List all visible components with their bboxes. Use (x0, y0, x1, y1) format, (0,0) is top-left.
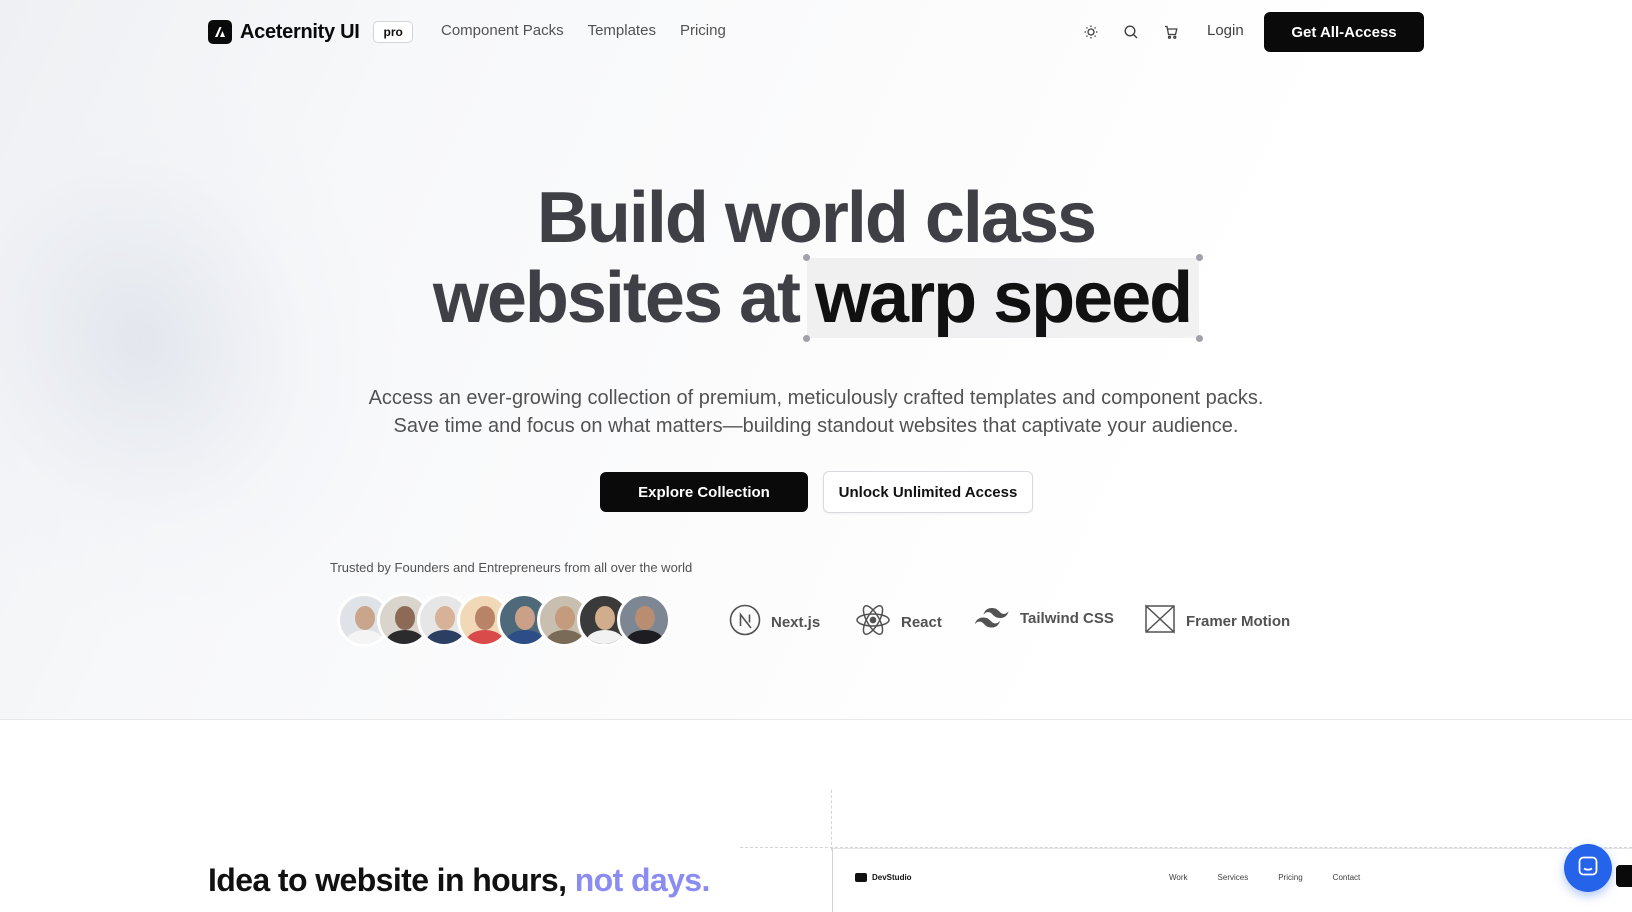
preview-link-services: Services (1217, 873, 1249, 882)
headline-line-2-prefix: websites at (432, 258, 801, 338)
preview-brand: DevStudio (855, 873, 912, 882)
avatar (617, 593, 671, 647)
tech-nextjs: Next.js (729, 604, 820, 640)
framer-motion-icon (1144, 604, 1176, 638)
subtitle-line-1: Access an ever-growing collection of pre… (368, 387, 1264, 409)
nav-link-templates[interactable]: Templates (588, 22, 656, 39)
get-all-access-button[interactable]: Get All-Access (1264, 12, 1424, 52)
preview-logo-icon (855, 873, 867, 882)
selection-handle (1196, 254, 1204, 261)
chat-icon (1576, 854, 1600, 883)
edge-widget[interactable] (1616, 865, 1632, 887)
tech-label-tailwind: Tailwind CSS (1020, 609, 1114, 627)
hero-headline: Build world class websites at warp speed (0, 178, 1632, 342)
login-link[interactable]: Login (1207, 22, 1244, 39)
cart-icon[interactable] (1161, 22, 1181, 42)
tech-react: React (855, 604, 942, 640)
preview-nav-links: Work Services Pricing Contact (1169, 873, 1360, 882)
headline-line-1: Build world class (536, 178, 1097, 258)
unlock-unlimited-access-button[interactable]: Unlock Unlimited Access (823, 471, 1033, 513)
headline-highlight-text: warp speed (815, 258, 1193, 338)
pro-badge: pro (373, 21, 413, 43)
section-title-accent: not days. (574, 862, 711, 898)
preview-link-contact: Contact (1332, 873, 1361, 882)
nav-link-pricing[interactable]: Pricing (680, 22, 726, 39)
preview-brand-name: DevStudio (872, 873, 912, 882)
explore-collection-button[interactable]: Explore Collection (600, 472, 808, 512)
tech-tailwind: Tailwind CSS (974, 604, 1114, 632)
nextjs-icon (729, 604, 761, 640)
headline-line-2: websites at warp speed (0, 254, 1632, 342)
brand-name: Aceternity UI (240, 20, 360, 43)
guide-line-vertical (831, 790, 832, 850)
tailwind-icon (974, 604, 1010, 632)
hero-subtitle: Access an ever-growing collection of pre… (0, 384, 1632, 440)
sun-icon[interactable] (1081, 22, 1101, 42)
tech-framer-motion: Framer Motion (1144, 604, 1290, 638)
brand-logo[interactable]: Aceternity UI pro (208, 20, 413, 44)
tech-label-framer-motion: Framer Motion (1186, 612, 1291, 630)
tech-label-react: React (901, 613, 942, 631)
react-icon (855, 604, 891, 640)
subtitle-line-2: Save time and focus on what matters—buil… (393, 415, 1239, 437)
preview-link-work: Work (1169, 873, 1188, 882)
chat-support-button[interactable] (1564, 844, 1612, 892)
nav-link-component-packs[interactable]: Component Packs (441, 22, 564, 39)
preview-link-pricing: Pricing (1278, 873, 1303, 882)
tech-label-nextjs: Next.js (771, 613, 821, 631)
nav-links: Component Packs Templates Pricing (441, 22, 726, 39)
headline-highlight: warp speed (803, 254, 1204, 342)
trusted-by-text: Trusted by Founders and Entrepreneurs fr… (330, 560, 693, 575)
section-title: Idea to website in hours, not days. (208, 862, 710, 899)
selection-handle (803, 254, 811, 261)
selection-handle (803, 335, 811, 342)
avatar-group (337, 593, 671, 647)
section-title-main: Idea to website in hours, (208, 862, 567, 898)
search-icon[interactable] (1121, 22, 1141, 42)
top-navbar: Aceternity UI pro Component Packs Templa… (0, 0, 1632, 64)
template-preview[interactable]: DevStudio Work Services Pricing Contact (832, 848, 1632, 912)
brand-logo-icon (208, 20, 232, 44)
